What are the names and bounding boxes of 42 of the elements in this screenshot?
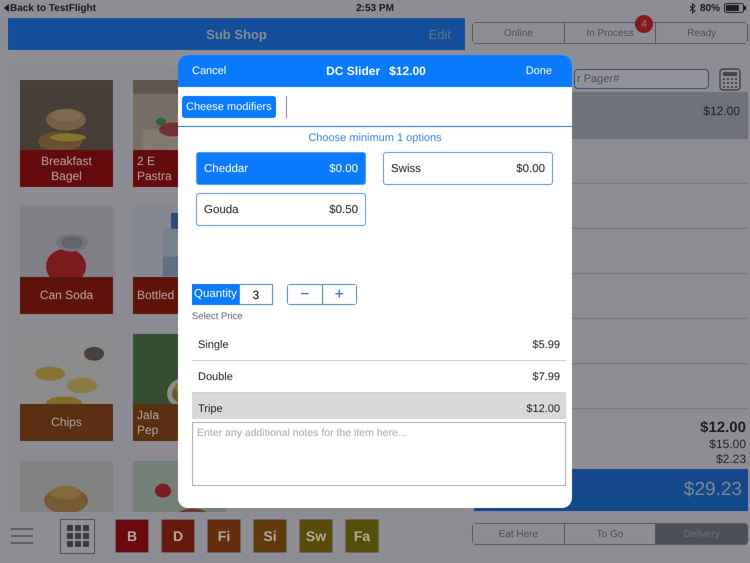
battery-percent: 80% — [700, 2, 720, 14]
price-option[interactable]: Tripe $12.00 — [192, 393, 566, 419]
item-label: Breakfast Bagel — [20, 150, 113, 187]
item-label: Chips — [20, 404, 113, 441]
category-button[interactable]: Fa — [345, 519, 379, 553]
grid-button[interactable] — [60, 518, 95, 554]
category-button[interactable]: Si — [253, 519, 287, 553]
clock-time: 2:53 PM — [356, 2, 394, 14]
modifier-tab[interactable]: Cheese modifiers — [182, 96, 276, 118]
hint-text: Choose minimum 1 options — [307, 132, 443, 144]
dialog-price: $12.00 — [389, 64, 426, 78]
calculator-icon[interactable] — [719, 68, 741, 90]
cancel-button[interactable]: Cancel — [192, 65, 226, 77]
category-button[interactable]: Sw — [299, 519, 333, 553]
shop-title: Sub Shop — [206, 26, 267, 42]
option-button[interactable]: Cheddar $0.00 — [196, 152, 366, 185]
count-badge: 4 — [635, 15, 653, 33]
status-tab[interactable]: Ready — [655, 23, 748, 43]
total-amount: $2.23 — [716, 452, 746, 467]
back-arrow-icon[interactable] — [4, 4, 9, 12]
category-button[interactable]: B — [115, 519, 149, 553]
back-link[interactable]: Back to TestFlight — [10, 2, 96, 14]
pager-field[interactable]: r Pager# — [574, 69, 709, 89]
line-price: $12.00 — [703, 104, 740, 120]
battery-icon — [724, 3, 746, 13]
done-button[interactable]: Done — [526, 65, 552, 77]
price-option[interactable]: Single $5.99 — [192, 329, 566, 361]
total-amount: $12.00 — [700, 419, 746, 437]
quantity-label: Quantity — [192, 284, 239, 305]
quantity-field[interactable]: 3 — [238, 284, 273, 305]
option-button[interactable]: Gouda $0.50 — [196, 193, 366, 226]
bluetooth-icon — [688, 2, 696, 14]
notes-field[interactable]: Enter any additional notes for the item here... — [192, 422, 566, 486]
option-button[interactable]: Swiss $0.00 — [383, 152, 553, 185]
item-label: Can Soda — [20, 277, 113, 314]
total-amount: $15.00 — [709, 437, 746, 452]
category-button[interactable]: D — [161, 519, 195, 553]
menu-icon[interactable] — [11, 528, 33, 544]
section-label: Select Price — [191, 311, 244, 322]
category-button[interactable]: Fi — [207, 519, 241, 553]
increment-button[interactable]: + — [322, 285, 356, 304]
dialog-title: DC Slider — [326, 64, 380, 78]
